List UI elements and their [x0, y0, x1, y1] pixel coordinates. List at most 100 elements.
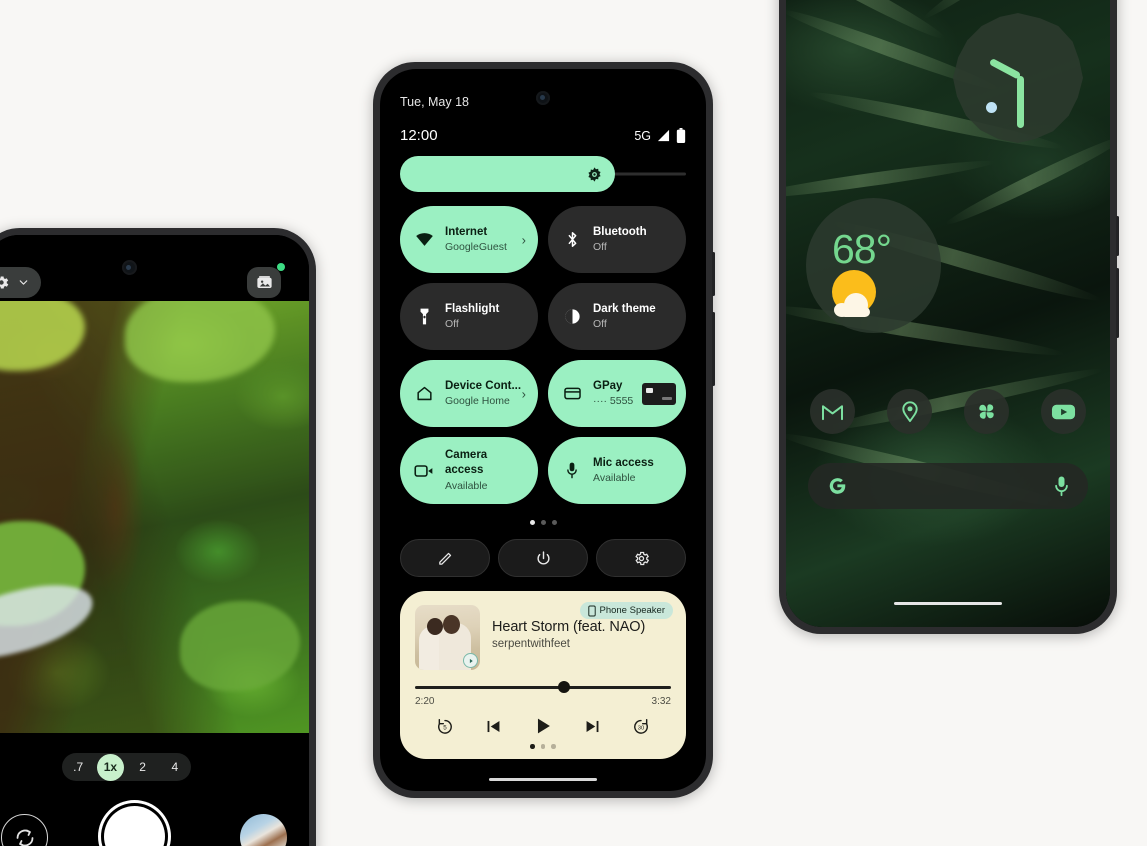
next-track-icon[interactable]	[583, 717, 602, 736]
media-title: Heart Storm (feat. NAO)	[492, 619, 646, 635]
dock-icon-gmail[interactable]	[810, 389, 855, 434]
tile-sublabel: ···· 5555	[593, 395, 634, 408]
gear-icon[interactable]	[0, 274, 10, 291]
youtube-music-icon	[463, 653, 478, 668]
zoom-option-active[interactable]: 1x	[96, 753, 124, 781]
photos-icon[interactable]	[975, 400, 998, 423]
media-controls: 5 30	[415, 715, 671, 737]
previous-track-icon[interactable]	[484, 717, 503, 736]
weather-widget[interactable]: 68°	[806, 198, 941, 333]
status-bar: 12:00 5G	[400, 127, 686, 144]
album-art[interactable]	[415, 605, 480, 670]
tile-sublabel: Available	[593, 472, 636, 485]
media-progress-track	[415, 686, 671, 689]
clock-second-dot	[986, 102, 997, 113]
page-dot[interactable]	[540, 520, 546, 525]
dock-icon-youtube[interactable]	[1041, 389, 1086, 434]
dock-icon-photos[interactable]	[964, 389, 1009, 434]
tile-bluetooth[interactable]: Bluetooth Off	[548, 206, 686, 273]
cloud-shape	[834, 291, 876, 317]
qs-page-indicator[interactable]	[400, 520, 686, 525]
gear-icon[interactable]	[633, 550, 650, 567]
output-switcher-label: Phone Speaker	[599, 605, 666, 616]
play-icon[interactable]	[532, 715, 554, 737]
dock-icon-maps[interactable]	[887, 389, 932, 434]
navigation-handle[interactable]	[489, 777, 597, 781]
gallery-button[interactable]	[247, 267, 281, 298]
weather-temperature: 68°	[832, 226, 892, 272]
chevron-right-icon[interactable]: ›	[522, 232, 526, 247]
home-icon	[414, 384, 434, 403]
media-elapsed: 2:20	[415, 696, 435, 707]
media-player-card[interactable]: Phone Speaker Heart Storm (feat. NAO) se…	[400, 591, 686, 759]
camera-controls: .7 1x 2 4	[0, 733, 309, 846]
battery-full-icon	[676, 128, 686, 143]
power-icon[interactable]	[535, 550, 552, 567]
tile-gpay[interactable]: GPay ···· 5555	[548, 360, 686, 427]
tile-device-controls[interactable]: Device Cont... Google Home ›	[400, 360, 538, 427]
quick-settings-tiles: Internet GoogleGuest › Bluetooth Off Fla…	[400, 206, 686, 504]
tile-label: Internet	[445, 225, 488, 238]
media-progress-slider[interactable]	[415, 681, 671, 693]
edit-tiles-button[interactable]	[400, 539, 490, 577]
brightness-fill[interactable]	[400, 156, 615, 192]
mic-access-icon	[562, 461, 582, 480]
google-search-bar[interactable]	[808, 463, 1088, 509]
page-dot-active[interactable]	[530, 744, 535, 749]
tile-sublabel: Google Home	[445, 395, 510, 408]
last-photo-thumbnail[interactable]	[240, 814, 287, 846]
forward-30-icon[interactable]: 30	[631, 716, 651, 736]
page-dot[interactable]	[551, 744, 556, 749]
zoom-option[interactable]: .7	[65, 754, 92, 781]
power-button[interactable]	[498, 539, 588, 577]
quicksettings-phone-frame: Tue, May 18 12:00 5G Internet GoogleGues…	[373, 62, 715, 798]
media-duration: 3:32	[651, 696, 671, 707]
output-switcher-chip[interactable]: Phone Speaker	[579, 602, 673, 619]
brightness-slider[interactable]	[400, 156, 686, 192]
camera-settings-pill[interactable]	[0, 267, 41, 298]
media-page-indicator[interactable]	[415, 744, 671, 749]
tile-camera-access[interactable]: Camera access Available	[400, 437, 538, 504]
tile-internet[interactable]: Internet GoogleGuest ›	[400, 206, 538, 273]
chevron-right-icon[interactable]: ›	[522, 386, 526, 401]
tile-label: GPay	[593, 379, 623, 392]
tile-label: Mic access	[593, 456, 654, 469]
brightness-icon	[587, 166, 601, 182]
rewind-5-icon[interactable]: 5	[435, 716, 455, 736]
tile-mic-access[interactable]: Mic access Available	[548, 437, 686, 504]
volume-side-button[interactable]	[712, 312, 715, 386]
camera-access-icon	[414, 463, 434, 479]
zoom-selector[interactable]: .7 1x 2 4	[62, 753, 191, 781]
google-g-icon[interactable]	[826, 475, 848, 497]
flip-camera-button[interactable]	[1, 814, 48, 846]
camera-top-bar	[0, 235, 309, 301]
tile-flashlight[interactable]: Flashlight Off	[400, 283, 538, 350]
gmail-icon[interactable]	[821, 402, 844, 421]
page-dot-active[interactable]	[529, 520, 535, 525]
shutter-button[interactable]	[104, 806, 165, 846]
power-side-button[interactable]	[1116, 216, 1119, 256]
camera-flip-icon[interactable]	[13, 826, 37, 846]
gallery-icon[interactable]	[255, 273, 274, 292]
payment-card-thumbnail	[642, 382, 676, 405]
chevron-down-icon[interactable]	[17, 276, 30, 289]
front-camera-punch-hole	[536, 91, 550, 105]
maps-pin-icon[interactable]	[900, 400, 920, 423]
youtube-icon[interactable]	[1051, 403, 1076, 421]
power-side-button[interactable]	[712, 252, 715, 296]
media-progress-knob[interactable]	[558, 681, 571, 693]
volume-side-button[interactable]	[1116, 268, 1119, 338]
page-dot[interactable]	[551, 520, 557, 525]
pencil-edit-icon[interactable]	[437, 550, 454, 567]
tile-dark-theme[interactable]: Dark theme Off	[548, 283, 686, 350]
screenshot-stage: .7 1x 2 4 Tue, May 18 12:00 5G Internet …	[0, 0, 1147, 846]
signal-bars-icon	[657, 129, 670, 142]
zoom-option[interactable]: 4	[161, 754, 188, 781]
settings-button[interactable]	[596, 539, 686, 577]
green-status-dot	[277, 263, 285, 271]
microphone-icon[interactable]	[1053, 475, 1070, 497]
camera-viewfinder[interactable]	[0, 301, 309, 733]
page-dot[interactable]	[540, 744, 546, 749]
zoom-option[interactable]: 2	[129, 754, 156, 781]
navigation-handle[interactable]	[894, 601, 1002, 605]
